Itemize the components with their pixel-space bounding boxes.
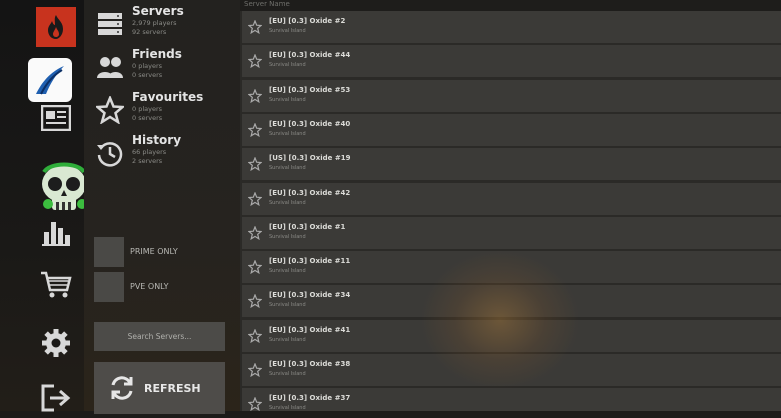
prime-only-checkbox[interactable] [94,237,124,267]
server-row[interactable]: [EU] [0.3] Oxide #40 Survival Island [242,113,781,146]
server-map: Survival Island [269,130,306,137]
gear-icon [42,329,70,357]
pve-only-checkbox[interactable] [94,272,124,302]
menu-favourites[interactable]: Favourites 0 players 0 servers [96,90,236,130]
server-list-header[interactable]: Server Name [240,0,781,11]
menu-history-title: History [132,133,182,147]
game-logo-icon [36,66,64,95]
favourite-star-icon[interactable] [248,122,262,137]
search-servers-input[interactable]: Search Servers... [94,322,225,351]
prime-only-toggle[interactable]: PRIME ONLY [94,237,224,267]
server-map: Survival Island [269,405,306,411]
game-logo-button[interactable] [28,58,72,102]
server-map: Survival Island [269,62,306,69]
menu-friends-title: Friends [132,47,182,61]
favourite-star-icon[interactable] [248,191,262,206]
pve-only-label: PVE ONLY [130,282,169,291]
news-button[interactable] [36,98,76,138]
favourite-star-icon[interactable] [248,157,262,172]
server-name: [EU] [0.3] Oxide #42 [269,188,351,197]
server-row[interactable]: [EU] [0.3] Oxide #34 Survival Island [242,285,781,318]
server-map: Survival Island [269,199,306,206]
store-button[interactable] [36,265,76,305]
server-map: Survival Island [269,233,306,240]
flame-icon [48,15,63,39]
menu-friends-count: 0 servers [132,71,163,79]
server-row[interactable]: [EU] [0.3] Oxide #11 Survival Island [242,251,781,284]
server-map: Survival Island [269,96,306,103]
server-map: Survival Island [269,371,306,377]
history-icon [97,142,123,167]
server-name: [EU] [0.3] Oxide #40 [269,119,351,128]
server-name: [EU] [0.3] Oxide #44 [269,51,351,60]
refresh-icon [111,376,133,400]
server-name: [EU] [0.3] Oxide #41 [269,325,351,334]
favourite-star-icon[interactable] [248,20,262,34]
server-row[interactable]: [EU] [0.3] Oxide #53 Survival Island [242,79,781,112]
server-map: Survival Island [269,302,306,309]
server-row[interactable]: [EU] [0.3] Oxide #42 Survival Island [242,182,781,215]
refresh-button[interactable]: REFRESH [94,362,225,414]
menu-favourites-title: Favourites [132,90,204,104]
favourite-star-icon[interactable] [248,363,262,377]
server-row[interactable]: [EU] [0.3] Oxide #37 Survival Island [242,388,781,411]
server-name: [US] [0.3] Oxide #19 [269,154,351,163]
server-list-panel: Server Name [EU] [0.3] Oxide #2 Survival … [240,0,781,411]
settings-button[interactable] [36,323,76,363]
icon-sidebar [0,0,87,412]
server-name: [EU] [0.3] Oxide #1 [269,222,346,231]
server-map: Survival Island [269,165,306,172]
server-row[interactable]: [EU] [0.3] Oxide #41 Survival Island [242,319,781,352]
favourite-star-icon[interactable] [248,294,262,309]
server-row[interactable]: [US] [0.3] Oxide #19 Survival Island [242,148,781,181]
cart-icon [41,271,72,298]
server-map: Survival Island [269,336,306,343]
favourite-star-icon[interactable] [248,260,262,275]
menu-servers-count: 92 servers [132,28,167,36]
favourite-star-icon[interactable] [248,54,262,69]
menu-servers-players: 2,979 players [132,19,177,27]
menu-friends-players: 0 players [132,62,163,70]
server-name: [EU] [0.3] Oxide #11 [269,257,351,266]
favourite-star-icon[interactable] [248,225,262,240]
menu-history-count: 2 servers [132,157,163,165]
servers-icon [98,13,122,35]
menu-favourites-count: 0 servers [132,114,163,122]
menu-friends[interactable]: Friends 0 players 0 servers [96,47,236,87]
server-map: Survival Island [269,28,306,34]
exit-button[interactable] [36,378,76,418]
favourite-star-icon[interactable] [248,328,262,343]
server-category-panel: Servers 2,979 players 92 servers Friends… [84,0,240,414]
menu-history[interactable]: History 66 players 2 servers [96,133,236,173]
favourite-star-icon[interactable] [248,397,262,411]
pve-only-toggle[interactable]: PVE ONLY [94,272,224,302]
server-name: [EU] [0.3] Oxide #2 [269,17,346,25]
friends-icon [97,57,123,78]
stats-icon [42,222,70,246]
server-name: [EU] [0.3] Oxide #53 [269,85,351,94]
favourite-star-icon[interactable] [248,88,262,103]
server-row[interactable]: [EU] [0.3] Oxide #2 Survival Island [242,11,781,43]
exit-icon [41,384,71,412]
server-name: [EU] [0.3] Oxide #37 [269,394,351,403]
server-row[interactable]: [EU] [0.3] Oxide #38 Survival Island [242,354,781,386]
stats-button[interactable] [36,212,76,252]
menu-servers-title: Servers [132,4,184,18]
flame-button[interactable] [36,7,76,47]
menu-servers[interactable]: Servers 2,979 players 92 servers [96,4,236,44]
column-server-name[interactable]: Server Name [244,0,290,8]
server-row[interactable]: [EU] [0.3] Oxide #1 Survival Island [242,216,781,249]
server-map: Survival Island [269,268,306,275]
news-icon [41,105,71,131]
server-row[interactable]: [EU] [0.3] Oxide #44 Survival Island [242,45,781,78]
server-name: [EU] [0.3] Oxide #38 [269,360,351,368]
menu-history-players: 66 players [132,148,167,156]
star-icon [96,96,124,124]
menu-favourites-players: 0 players [132,105,163,113]
server-name: [EU] [0.3] Oxide #34 [269,291,351,300]
prime-only-label: PRIME ONLY [130,247,178,256]
refresh-label: REFRESH [144,381,201,395]
